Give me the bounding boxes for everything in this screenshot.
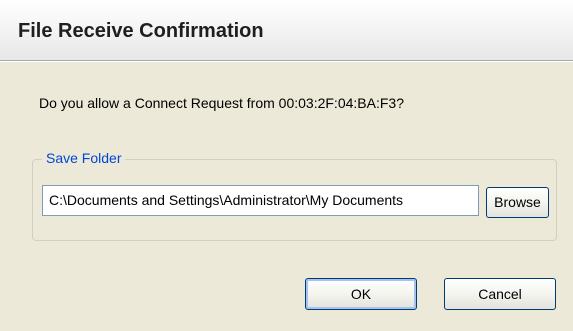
connect-request-prompt: Do you allow a Connect Request from 00:0…: [39, 95, 404, 111]
browse-button[interactable]: Browse: [486, 187, 549, 218]
ok-button[interactable]: OK: [305, 278, 417, 310]
dialog-title: File Receive Confirmation: [18, 20, 264, 42]
save-folder-path-input[interactable]: C:\Documents and Settings\Administrator\…: [42, 185, 479, 216]
file-receive-dialog: File Receive Confirmation Do you allow a…: [0, 0, 573, 331]
save-folder-label: Save Folder: [42, 150, 126, 166]
cancel-button[interactable]: Cancel: [444, 278, 556, 310]
dialog-titlebar: File Receive Confirmation: [0, 0, 573, 60]
